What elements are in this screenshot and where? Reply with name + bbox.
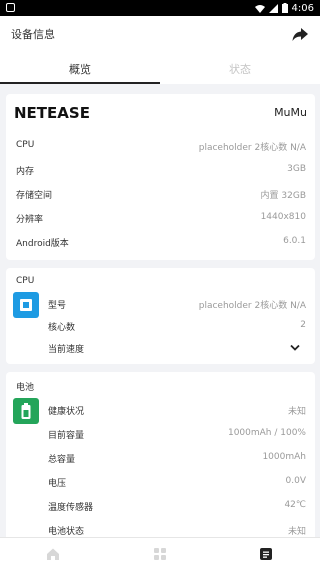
bottom-nav <box>0 537 320 569</box>
apps-grid-icon[interactable] <box>152 546 168 562</box>
device-model: MuMu <box>274 106 307 119</box>
device-overview-card: NETEASE MuMu CPU placeholder 2核心数 N/A 内存… <box>6 94 315 260</box>
row-value: placeholder 2核心数 N/A <box>198 301 306 311</box>
cpu-row-model: 型号 placeholder 2核心数 N/A <box>48 298 306 312</box>
home-icon[interactable] <box>45 546 61 562</box>
info-row-storage: 存储空间 内置 32GB <box>16 188 306 202</box>
row-value: 0.0V <box>285 476 306 486</box>
cell-signal-icon <box>268 3 278 13</box>
page-title: 设备信息 <box>11 28 55 41</box>
tab-status[interactable]: 状态 <box>160 56 320 84</box>
share-icon[interactable] <box>290 24 310 44</box>
info-row-resolution: 分辨率 1440x810 <box>16 212 306 226</box>
row-label: 电池状态 <box>48 527 85 537</box>
info-row-memory: 内存 3GB <box>16 164 306 178</box>
row-label: 型号 <box>48 301 67 311</box>
row-label: Android版本 <box>16 239 69 249</box>
row-value: 未知 <box>287 527 306 537</box>
row-value: placeholder 2核心数 N/A <box>198 143 306 153</box>
battery-icon <box>281 3 288 13</box>
tab-bar: 概览 状态 <box>0 56 320 84</box>
row-label: 内存 <box>16 167 35 177</box>
status-time: 4:06 <box>291 2 314 14</box>
battery-card: 电池 健康状况 未知 目前容量 1000mAh / 100% 总容量 1000m… <box>6 372 315 542</box>
battery-row-health: 健康状况 未知 <box>48 404 306 418</box>
row-value: 1000mAh / 100% <box>227 428 306 438</box>
battery-status-icon <box>13 398 39 424</box>
row-label: 分辨率 <box>16 215 44 225</box>
app-notification-icon <box>6 3 15 12</box>
row-label: 目前容量 <box>48 431 85 441</box>
row-label: 温度传感器 <box>48 503 94 513</box>
row-label: 健康状况 <box>48 407 85 417</box>
cpu-section-title: CPU <box>16 276 35 286</box>
device-brand: NETEASE <box>14 104 90 122</box>
row-value: 42℃ <box>284 500 306 510</box>
battery-row-current-capacity: 目前容量 1000mAh / 100% <box>48 428 306 442</box>
cpu-chip-icon <box>13 292 39 318</box>
row-label: 存储空间 <box>16 191 53 201</box>
row-value: 未知 <box>287 407 306 417</box>
chevron-down-icon[interactable] <box>290 344 300 352</box>
top-bar: 设备信息 概览 状态 <box>0 16 320 84</box>
row-label: 当前速度 <box>48 345 85 355</box>
row-value: 6.0.1 <box>283 236 306 246</box>
cpu-row-cores: 核心数 2 <box>48 320 306 334</box>
tab-overview[interactable]: 概览 <box>0 56 160 84</box>
cpu-row-current-speed[interactable]: 当前速度 <box>48 342 306 356</box>
row-label: 核心数 <box>48 323 76 333</box>
battery-row-status: 电池状态 未知 <box>48 524 306 538</box>
battery-row-voltage: 电压 0.0V <box>48 476 306 490</box>
row-value: 1000mAh <box>262 452 306 462</box>
row-label: 电压 <box>48 479 67 489</box>
row-label: CPU <box>16 140 35 150</box>
status-bar: 4:06 <box>0 0 320 16</box>
info-doc-icon[interactable] <box>258 546 274 562</box>
row-value: 1440x810 <box>260 212 306 222</box>
row-label: 总容量 <box>48 455 76 465</box>
battery-section-title: 电池 <box>16 383 35 393</box>
cpu-card: CPU 型号 placeholder 2核心数 N/A 核心数 2 当前速度 <box>6 268 315 364</box>
battery-row-temperature: 温度传感器 42℃ <box>48 500 306 514</box>
info-row-cpu: CPU placeholder 2核心数 N/A <box>16 140 306 154</box>
wifi-icon <box>254 4 265 13</box>
row-value: 2 <box>300 320 306 330</box>
info-row-android-version: Android版本 6.0.1 <box>16 236 306 250</box>
row-value: 3GB <box>287 164 306 174</box>
battery-row-total-capacity: 总容量 1000mAh <box>48 452 306 466</box>
row-value: 内置 32GB <box>260 191 306 201</box>
